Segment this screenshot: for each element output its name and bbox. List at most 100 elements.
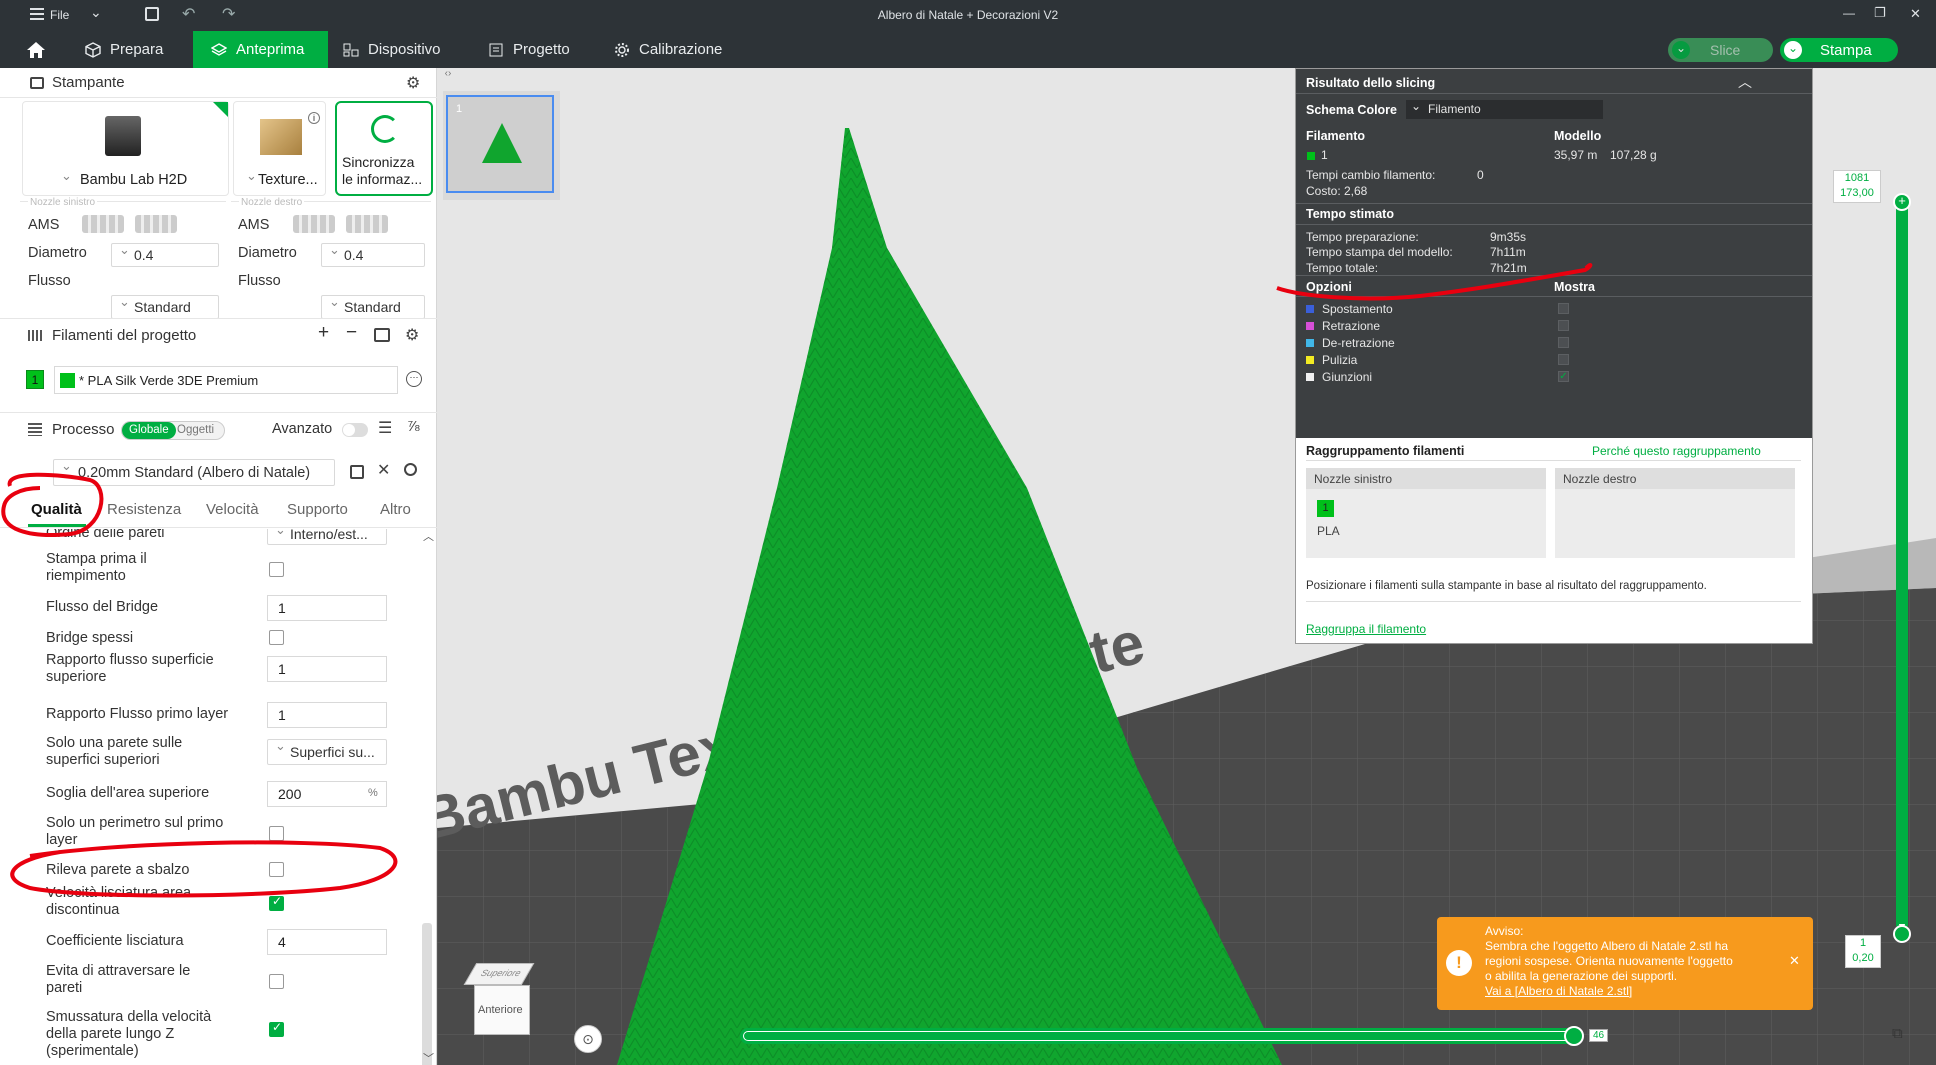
param-checkbox[interactable] [269,1020,284,1037]
prep-time-label: Tempo preparazione: [1306,230,1419,244]
tab-calibrazione[interactable]: Calibrazione [604,31,744,68]
chevron-down-icon: ⌄ [61,168,72,183]
option-checkbox[interactable] [1558,354,1569,365]
close-icon[interactable]: ✕ [377,460,390,480]
plate-list-toggle[interactable]: ‹› [437,68,459,82]
toggle-objects[interactable]: Oggetti [177,424,214,436]
tab-anteprima[interactable]: Anteprima [193,31,328,68]
add-icon[interactable]: + [318,322,329,344]
save-preset-icon[interactable] [350,465,364,479]
tab-altro[interactable]: Altro [380,501,411,518]
process-preset-select[interactable]: 0.20mm Standard (Albero di Natale) [53,458,335,486]
tab-qualita[interactable]: Qualità [31,501,82,518]
color-scheme-select[interactable]: ⌄ Filamento [1406,99,1603,119]
diameter-select[interactable]: 0.4 [111,242,219,267]
chevron-down-icon[interactable]: ⌄ [1672,41,1690,59]
param-checkbox[interactable] [269,826,284,841]
maximize-button[interactable]: ❐ [1874,5,1886,21]
diameter-select[interactable]: 0.4 [321,242,425,267]
option-checkbox[interactable] [1558,320,1569,331]
layers-view-icon[interactable]: ⧉ [1892,1025,1912,1043]
close-button[interactable]: ✕ [1910,6,1921,22]
minimize-button[interactable]: — [1843,6,1855,20]
tab-velocita[interactable]: Velocità [206,501,259,518]
cube-top[interactable]: Superiore [463,963,535,985]
flow-select[interactable]: Standard [111,294,219,319]
chevron-down-icon[interactable]: ⌄ [1784,41,1802,59]
param-input[interactable]: 1 [267,702,387,728]
tab-resistenza[interactable]: Resistenza [107,501,181,518]
fit-view-icon[interactable]: ⊙ [574,1025,602,1053]
sync-label: Sincronizza [342,154,415,170]
param-label: Smussatura della velocità della parete l… [46,1009,212,1059]
option-checkbox[interactable] [1558,303,1569,314]
warning-link[interactable]: Vai a [Albero di Natale 2.stl] [1485,984,1632,999]
ams-slot-icon[interactable] [82,215,124,233]
layer-top-thumb[interactable]: + [1893,193,1911,211]
param-input[interactable]: 4 [267,929,387,955]
group-filament-chip[interactable]: 1 [1317,500,1334,517]
param-checkbox[interactable] [269,894,284,911]
param-input[interactable]: 1 [267,595,387,621]
warning-title: Avviso: [1485,924,1524,938]
preset-value: 0.20mm Standard (Albero di Natale) [78,464,311,481]
params-scrollbar[interactable] [422,923,432,1065]
filament-manager-icon[interactable] [374,328,390,342]
compare-icon[interactable]: ⅞ [407,418,420,435]
cube-front[interactable]: Anteriore [474,985,530,1035]
ams-slot-icon[interactable] [346,215,388,233]
tab-dispositivo[interactable]: Dispositivo [333,31,458,68]
param-select[interactable]: Superfici su... [267,738,387,765]
move-slider[interactable]: 46 [740,1026,1609,1046]
list-icon[interactable]: ☰ [378,418,392,438]
close-icon[interactable]: ✕ [1789,953,1800,968]
plate-thumbnail-card[interactable]: 1 [443,91,560,200]
advanced-switch[interactable] [342,423,368,437]
move-slider-value: 46 [1589,1029,1609,1042]
home-icon[interactable] [25,39,47,61]
toggle-global[interactable]: Globale [122,422,176,439]
param-checkbox[interactable] [269,630,284,645]
ams-slot-icon[interactable] [135,215,177,233]
layer-bottom-thumb[interactable] [1893,925,1911,943]
plate-card[interactable]: i ⌄ Texture... [233,101,326,196]
global-objects-toggle[interactable]: Globale Oggetti [121,421,225,440]
scroll-up-icon[interactable]: ︿ [423,528,434,544]
option-checkbox[interactable]: ✓ [1558,371,1569,382]
settings-gear-icon[interactable]: ⚙ [405,325,419,345]
param-input[interactable]: 1 [267,656,387,682]
settings-gear-icon[interactable]: ⚙ [406,73,420,93]
filament-select[interactable]: * PLA Silk Verde 3DE Premium [54,366,398,394]
tab-prepara[interactable]: Prepara [75,31,180,68]
collapse-icon[interactable]: ︿ [1738,72,1752,92]
remove-icon[interactable]: − [346,322,357,344]
slice-button[interactable]: ⌄ Slice [1668,38,1773,62]
print-button[interactable]: ⌄ Stampa [1780,38,1898,62]
grouping-why-link[interactable]: Perché questo raggruppamento [1592,444,1761,458]
param-select[interactable]: Interno/est... [267,529,387,545]
option-checkbox[interactable] [1558,337,1569,348]
param-checkbox[interactable] [269,974,284,989]
flow-value: Standard [344,299,401,315]
tab-progetto[interactable]: Progetto [478,31,593,68]
param-checkbox[interactable] [269,562,284,577]
flow-select[interactable]: Standard [321,294,425,319]
move-slider-thumb[interactable] [1564,1026,1584,1046]
ams-slot-icon[interactable] [293,215,335,233]
gear-icon [615,42,629,57]
more-options-icon[interactable]: ··· [406,371,422,387]
tab-supporto[interactable]: Supporto [287,501,348,518]
layer-slider[interactable]: + [1893,190,1911,943]
sync-button[interactable]: Sincronizza le informaz... [335,101,433,196]
view-cube[interactable]: Superiore Anteriore [462,963,535,1043]
printer-card[interactable]: Bambu Lab H2D ⌄ [22,101,229,196]
regroup-link[interactable]: Raggruppa il filamento [1306,622,1426,636]
info-icon[interactable]: i [308,112,320,124]
param-checkbox[interactable] [269,862,284,877]
diameter-label: Diametro [28,245,87,261]
scroll-down-icon[interactable]: ﹀ [423,1050,434,1065]
plate-thumbnail[interactable]: 1 [446,95,554,193]
filament-row[interactable]: 1 * PLA Silk Verde 3DE Premium ··· [26,366,426,394]
search-icon[interactable] [404,463,417,476]
cube-icon [85,41,101,58]
